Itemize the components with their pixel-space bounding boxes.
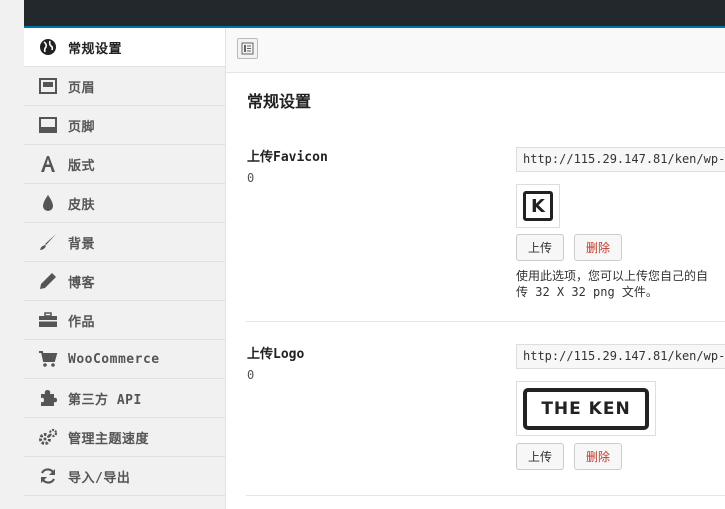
logo-upload-button[interactable]: 上传 xyxy=(516,443,564,470)
sidebar-item-portfolio[interactable]: 作品 xyxy=(24,301,225,340)
sidebar-item-footer[interactable]: 页脚 xyxy=(24,106,225,145)
favicon-help-line-2: 传 32 X 32 png 文件。 xyxy=(516,285,658,299)
refresh-icon xyxy=(37,465,59,487)
favicon-upload-button[interactable]: 上传 xyxy=(516,234,564,261)
layout-icon xyxy=(241,42,254,55)
drop-icon xyxy=(37,192,59,214)
briefcase-icon xyxy=(37,309,59,331)
footer-icon xyxy=(37,114,59,136)
sidebar-item-label: 博客 xyxy=(68,275,96,291)
puzzle-icon xyxy=(37,387,59,409)
logo-text: THE KEN xyxy=(523,387,649,430)
sidebar-item-third-party-api[interactable]: 第三方 API xyxy=(24,379,225,418)
pencil-icon xyxy=(37,270,59,292)
sidebar-item-label: 页眉 xyxy=(68,80,96,96)
favicon-label: 上传Favicon xyxy=(247,150,328,165)
section-title: 常规设置 xyxy=(247,92,312,111)
favicon-help-line-1: 使用此选项，您可以上传您自己的自 xyxy=(516,269,709,283)
sidebar-item-label: 第三方 API xyxy=(68,392,142,408)
toggle-sidebar-button[interactable] xyxy=(237,38,258,59)
typography-icon xyxy=(37,153,59,175)
cart-icon xyxy=(37,348,59,370)
sidebar-item-theme-speed[interactable]: 管理主题速度 xyxy=(24,418,225,457)
header-icon xyxy=(37,75,59,97)
logo-label: 上传Logo xyxy=(247,347,305,362)
sidebar-item-label: 常规设置 xyxy=(68,41,123,57)
row-divider xyxy=(246,321,725,322)
sidebar-item-background[interactable]: 背景 xyxy=(24,223,225,262)
sidebar-item-label: 作品 xyxy=(68,314,96,330)
options-sidebar: 常规设置 页眉 页脚 版式 皮肤 背景 博客 作品 WooCommerce 第三… xyxy=(24,28,226,509)
sidebar-item-import-export[interactable]: 导入/导出 xyxy=(24,457,225,496)
row-divider xyxy=(246,495,725,496)
sidebar-item-general[interactable]: 常规设置 xyxy=(24,28,225,67)
sidebar-item-header[interactable]: 页眉 xyxy=(24,67,225,106)
sidebar-item-label: 导入/导出 xyxy=(68,470,131,486)
logo-delete-button[interactable]: 删除 xyxy=(574,443,622,470)
gears-icon xyxy=(37,426,59,448)
sidebar-item-label: 背景 xyxy=(68,236,96,252)
options-main-panel: 常规设置 上传Favicon 0 http://115.29.147.81/ke… xyxy=(226,28,725,509)
favicon-delete-button[interactable]: 删除 xyxy=(574,234,622,261)
sidebar-item-typography[interactable]: 版式 xyxy=(24,145,225,184)
sidebar-item-label: 版式 xyxy=(68,158,96,174)
logo-url-input[interactable]: http://115.29.147.81/ken/wp-c xyxy=(516,344,725,369)
sidebar-item-label: 页脚 xyxy=(68,119,96,135)
sidebar-item-woocommerce[interactable]: WooCommerce xyxy=(24,340,225,379)
globe-icon xyxy=(37,36,59,58)
favicon-sub: 0 xyxy=(247,171,255,185)
favicon-preview: K xyxy=(516,184,560,228)
sidebar-item-label: 管理主题速度 xyxy=(68,431,150,447)
logo-preview: THE KEN xyxy=(516,381,656,436)
sidebar-item-label: WooCommerce xyxy=(68,351,160,367)
logo-sub: 0 xyxy=(247,368,255,382)
sidebar-item-blog[interactable]: 博客 xyxy=(24,262,225,301)
favicon-url-input[interactable]: http://115.29.147.81/ken/wp-c xyxy=(516,147,725,172)
left-gutter xyxy=(0,0,24,509)
favicon-letter: K xyxy=(523,191,553,221)
sidebar-item-label: 皮肤 xyxy=(68,197,96,213)
panel-toolbar xyxy=(226,28,725,73)
brush-icon xyxy=(37,231,59,253)
admin-topbar xyxy=(24,0,725,28)
sidebar-item-skin[interactable]: 皮肤 xyxy=(24,184,225,223)
